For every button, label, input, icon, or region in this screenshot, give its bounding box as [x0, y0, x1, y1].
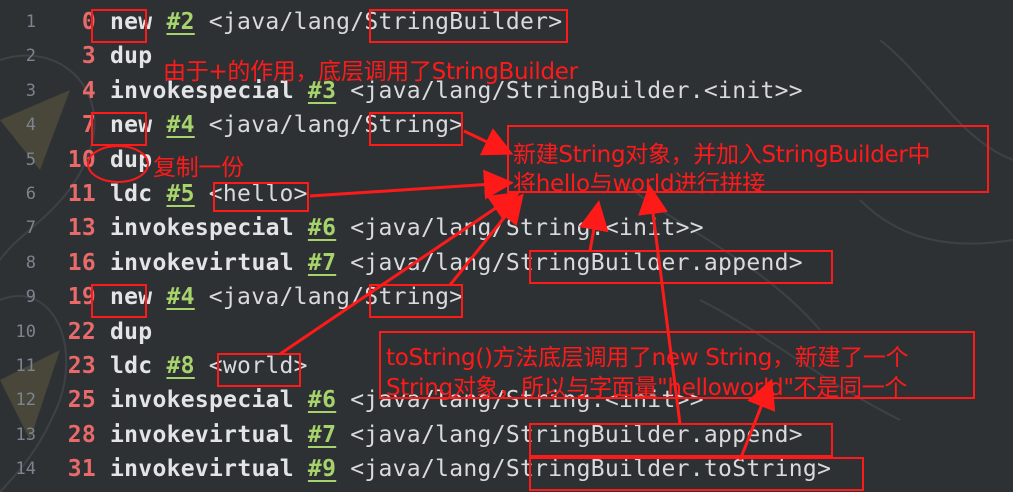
line-number: 6 — [25, 183, 36, 204]
annotation-tostring-note: toString()方法底层调用了new String，新建了一个 — [386, 345, 909, 371]
line-number: 14 — [15, 459, 36, 480]
bytecode-offset: 28 — [67, 421, 96, 448]
instruction: 22 dup — [46, 315, 152, 349]
constant-value: <java/lang/StringBuilder.append> — [350, 421, 803, 448]
annotation-concat-note: 将hello与world进行拼接 — [513, 171, 766, 197]
line-number: 4 — [25, 115, 36, 136]
bytecode-offset: 19 — [67, 284, 96, 311]
opcode: dup — [110, 318, 153, 345]
constant-value: <java/lang/StringBuilder.append> — [350, 249, 803, 276]
code-line: 1 0 new #2 <java/lang/StringBuilder> — [0, 5, 1013, 39]
opcode: invokespecial — [110, 215, 294, 242]
bytecode-offset: 3 — [81, 43, 96, 70]
line-number: 7 — [25, 218, 36, 239]
bytecode-offset: 22 — [67, 318, 96, 345]
constant-pool-ref-link[interactable]: #4 — [166, 112, 194, 138]
constant-pool-ref-link[interactable]: #4 — [166, 284, 194, 310]
constant-value: <hello> — [208, 180, 308, 207]
instruction: 16 invokevirtual #7 <java/lang/StringBuilde… — [46, 246, 803, 280]
line-number: 13 — [15, 424, 36, 445]
instruction: 11 ldc #5 <hello> — [46, 177, 308, 211]
constant-pool-ref-link[interactable]: #5 — [166, 181, 194, 207]
code-line: 7 13 invokespecial #6 <java/lang/String.<ini… — [0, 211, 1013, 245]
constant-value: <java/lang/StringBuilder> — [208, 9, 563, 35]
instruction: 10 dup — [46, 143, 152, 177]
bytecode-offset: 11 — [67, 180, 96, 207]
bytecode-offset: 7 — [81, 112, 96, 139]
code-line: 8 16 invokevirtual #7 <java/lang/StringBuild… — [0, 246, 1013, 280]
code-line: 13 28 invokevirtual #7 <java/lang/StringBuil… — [0, 418, 1013, 452]
opcode: ldc — [110, 352, 153, 379]
opcode: invokespecial — [110, 387, 294, 414]
instruction: 23 ldc #8 <world> — [46, 349, 308, 383]
constant-value: <world> — [208, 352, 308, 379]
constant-pool-ref-link[interactable]: #9 — [308, 456, 336, 482]
constant-pool-ref-link[interactable]: #8 — [166, 353, 194, 379]
constant-pool-ref-link[interactable]: #7 — [308, 250, 336, 276]
opcode: ldc — [110, 180, 153, 207]
bytecode-offset: 16 — [67, 249, 96, 276]
line-number: 2 — [25, 46, 36, 67]
line-number: 1 — [25, 12, 36, 32]
opcode: new — [110, 112, 153, 139]
bytecode-offset: 0 — [81, 9, 96, 35]
line-number: 9 — [25, 287, 36, 308]
instruction: 28 invokevirtual #7 <java/lang/StringBuilde… — [46, 418, 803, 452]
instruction: 31 invokevirtual #9 <java/lang/StringBuilde… — [46, 452, 831, 486]
constant-pool-ref-link[interactable]: #6 — [308, 215, 336, 241]
opcode: invokevirtual — [110, 456, 294, 483]
opcode: invokevirtual — [110, 249, 294, 276]
line-number: 5 — [25, 149, 36, 170]
opcode: new — [110, 9, 153, 35]
annotation-tostring-note-2: String对象，所以与字面量"helloworld"不是同一个 — [386, 375, 908, 401]
line-number: 11 — [15, 355, 36, 376]
instruction: 3 dup — [46, 39, 152, 73]
opcode: invokevirtual — [110, 421, 294, 448]
instruction: 0 new #2 <java/lang/StringBuilder> — [46, 5, 562, 39]
bytecode-offset: 13 — [67, 215, 96, 242]
bytecode-offset: 4 — [81, 77, 96, 104]
constant-pool-ref-link[interactable]: #7 — [308, 422, 336, 448]
annotation-stringbuilder-note: 由于+的作用，底层调用了StringBuilder — [163, 59, 578, 85]
code-line: 9 19 new #4 <java/lang/String> — [0, 280, 1013, 314]
opcode: dup — [110, 146, 153, 173]
opcode: dup — [110, 43, 153, 70]
instruction: 19 new #4 <java/lang/String> — [46, 280, 463, 314]
instruction: 7 new #4 <java/lang/String> — [46, 108, 463, 142]
constant-value: <java/lang/String> — [208, 284, 464, 311]
line-number: 8 — [25, 252, 36, 273]
bytecode-offset: 10 — [67, 146, 96, 173]
constant-value: <java/lang/String> — [208, 112, 464, 139]
annotation-copy-note: 复制一份 — [153, 155, 244, 181]
bytecode-offset: 31 — [67, 456, 96, 483]
line-number: 3 — [25, 80, 36, 101]
bytecode-offset: 23 — [67, 352, 96, 379]
line-number: 10 — [15, 321, 36, 342]
instruction: 13 invokespecial #6 <java/lang/String.<init… — [46, 211, 704, 245]
constant-value: <java/lang/StringBuilder.toString> — [350, 456, 832, 483]
constant-pool-ref-link[interactable]: #6 — [308, 387, 336, 413]
bytecode-offset: 25 — [67, 387, 96, 414]
opcode: new — [110, 284, 153, 311]
line-number: 12 — [15, 390, 36, 411]
code-line: 14 31 invokevirtual #9 <java/lang/StringBuil… — [0, 452, 1013, 486]
constant-value: <java/lang/String.<init>> — [350, 215, 704, 242]
code-line: 6 11 ldc #5 <hello> — [0, 177, 1013, 211]
constant-pool-ref-link[interactable]: #2 — [166, 9, 194, 35]
